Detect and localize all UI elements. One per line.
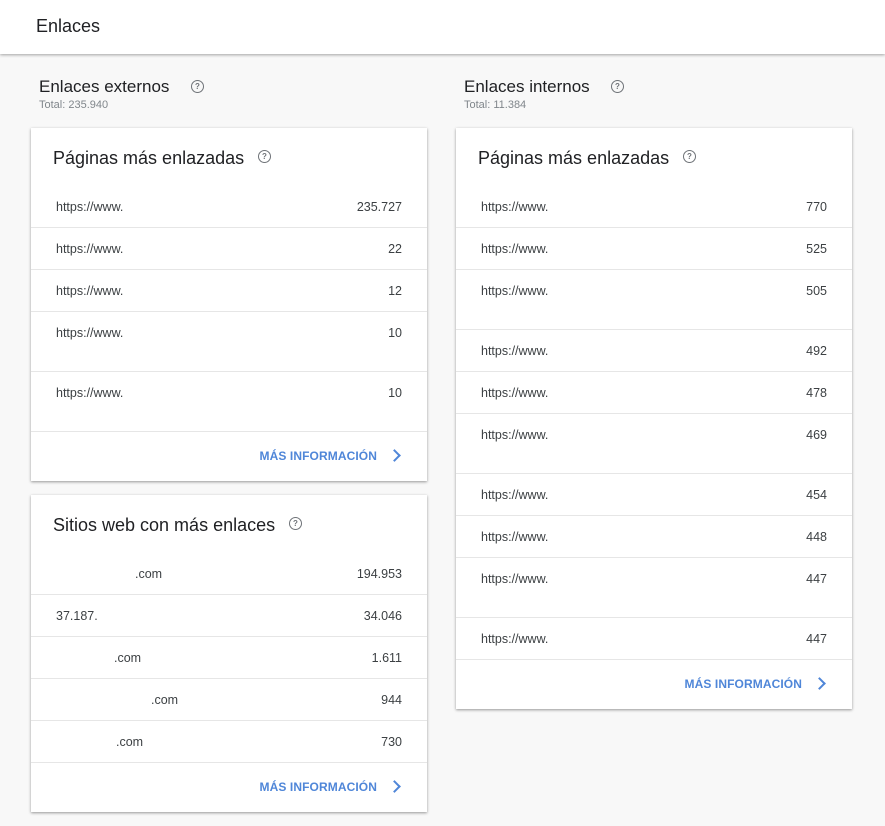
help-icon[interactable]: ?: [683, 150, 696, 163]
link-count: 34.046: [363, 609, 402, 623]
table-row[interactable]: .com 730: [31, 721, 427, 763]
table-row[interactable]: .com 1.611: [31, 637, 427, 679]
site-domain: .com: [116, 735, 144, 749]
link-count: 505: [806, 284, 827, 298]
table-row[interactable]: https://www. 447: [456, 618, 852, 660]
card-header: Páginas más enlazadas ?: [456, 128, 852, 186]
link-count: 478: [806, 386, 827, 400]
external-links-column: Enlaces externos ? Total: 235.940 Página…: [31, 54, 427, 826]
link-count: 235.727: [356, 200, 402, 214]
site-domain: .com: [114, 651, 142, 665]
page-url: https://www.: [481, 530, 549, 544]
link-count: 770: [806, 200, 827, 214]
link-count: 12: [388, 284, 402, 298]
page-url: https://www.: [56, 200, 124, 214]
table-row[interactable]: https://www. 12: [31, 270, 427, 312]
table-row[interactable]: 37.187. 34.046: [31, 595, 427, 637]
more-info-button[interactable]: MÁS INFORMACIÓN: [260, 780, 378, 794]
external-links-total: Total: 235.940: [39, 99, 109, 111]
page-url: https://www.: [481, 242, 549, 256]
card-title: Páginas más enlazadas: [478, 148, 670, 168]
link-count: 469: [806, 428, 827, 442]
table-row[interactable]: https://www. 10: [31, 312, 427, 372]
help-icon[interactable]: ?: [289, 517, 302, 530]
external-top-pages-card: Páginas más enlazadas ? https://www. 235…: [31, 128, 427, 481]
external-links-title: Enlaces externos: [39, 77, 170, 96]
more-info-button[interactable]: MÁS INFORMACIÓN: [685, 677, 803, 691]
card-header: Páginas más enlazadas ?: [31, 128, 427, 186]
page-url: https://www.: [481, 200, 549, 214]
table-row[interactable]: https://www. 448: [456, 516, 852, 558]
link-count: 194.953: [356, 567, 402, 581]
more-info-button[interactable]: MÁS INFORMACIÓN: [260, 449, 378, 463]
site-domain: .com: [135, 567, 163, 581]
link-count: 525: [806, 242, 827, 256]
page-url: https://www.: [481, 344, 549, 358]
table-row[interactable]: https://www. 447: [456, 558, 852, 618]
card-footer: MÁS INFORMACIÓN: [456, 660, 852, 709]
link-count: 22: [388, 242, 402, 256]
table-row[interactable]: https://www. 770: [456, 186, 852, 228]
table-row[interactable]: .com 194.953: [31, 553, 427, 595]
page-url: https://www.: [56, 242, 124, 256]
table-row[interactable]: https://www. 235.727: [31, 186, 427, 228]
internal-links-total: Total: 11.384: [464, 99, 527, 111]
link-count: 447: [806, 572, 827, 586]
top-bar: Enlaces: [0, 0, 885, 54]
link-count: 10: [388, 326, 402, 340]
table-row[interactable]: https://www. 454: [456, 474, 852, 516]
page-url: https://www.: [481, 284, 549, 298]
page-url: https://www.: [56, 386, 124, 400]
card-title: Sitios web con más enlaces: [53, 515, 276, 535]
internal-links-column: Enlaces internos ? Total: 11.384 Páginas…: [456, 54, 852, 723]
card-footer: MÁS INFORMACIÓN: [31, 432, 427, 481]
site-domain: 37.187.: [56, 609, 98, 623]
chevron-right-icon[interactable]: [388, 780, 401, 793]
internal-links-title: Enlaces internos: [464, 77, 590, 96]
chevron-right-icon[interactable]: [388, 449, 401, 462]
external-links-header: Enlaces externos ? Total: 235.940: [31, 54, 427, 128]
table-row[interactable]: https://www. 525: [456, 228, 852, 270]
link-count: 944: [381, 693, 402, 707]
page-url: https://www.: [481, 488, 549, 502]
table-row[interactable]: https://www. 505: [456, 270, 852, 330]
site-domain: .com: [151, 693, 179, 707]
help-icon[interactable]: ?: [611, 80, 624, 93]
page-url: https://www.: [481, 572, 549, 586]
external-top-sites-card: Sitios web con más enlaces ? .com 194.95…: [31, 495, 427, 812]
link-count: 454: [806, 488, 827, 502]
card-footer: MÁS INFORMACIÓN: [31, 763, 427, 812]
help-icon[interactable]: ?: [258, 150, 271, 163]
link-count: 10: [388, 386, 402, 400]
link-count: 447: [806, 632, 827, 646]
link-count: 1.611: [371, 651, 402, 665]
table-row[interactable]: https://www. 22: [31, 228, 427, 270]
link-count: 448: [806, 530, 827, 544]
card-header: Sitios web con más enlaces ?: [31, 495, 427, 553]
help-icon[interactable]: ?: [191, 80, 204, 93]
internal-top-pages-card: Páginas más enlazadas ? https://www. 770…: [456, 128, 852, 709]
page-url: https://www.: [56, 284, 124, 298]
table-row[interactable]: .com 944: [31, 679, 427, 721]
internal-links-header: Enlaces internos ? Total: 11.384: [456, 54, 852, 128]
table-row[interactable]: https://www. 492: [456, 330, 852, 372]
page-title: Enlaces: [36, 16, 101, 36]
page-url: https://www.: [481, 386, 549, 400]
link-count: 492: [806, 344, 827, 358]
table-row[interactable]: https://www. 10: [31, 372, 427, 432]
table-row[interactable]: https://www. 469: [456, 414, 852, 474]
page-url: https://www.: [481, 632, 549, 646]
card-title: Páginas más enlazadas: [53, 148, 245, 168]
page-url: https://www.: [481, 428, 549, 442]
page-url: https://www.: [56, 326, 124, 340]
table-row[interactable]: https://www. 478: [456, 372, 852, 414]
link-count: 730: [381, 735, 402, 749]
chevron-right-icon[interactable]: [813, 677, 826, 690]
